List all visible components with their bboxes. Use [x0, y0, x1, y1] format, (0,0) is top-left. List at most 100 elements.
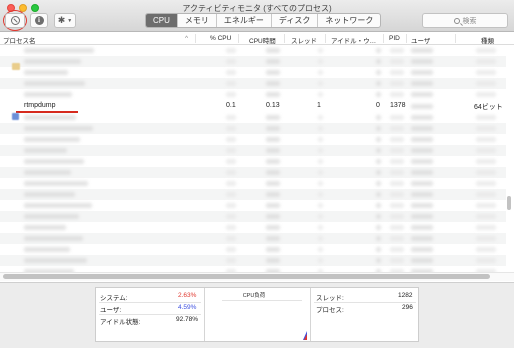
- process-table[interactable]: rtmpdump 0.1 0.13 1 0 1378 64ビット: [0, 45, 514, 273]
- blurred-cell: [411, 192, 433, 197]
- blurred-cell: [24, 247, 70, 252]
- tab-disk[interactable]: ディスク: [270, 14, 317, 27]
- vertical-scrollbar[interactable]: [507, 196, 511, 210]
- blurred-cell: [24, 203, 92, 208]
- process-icon: [12, 63, 20, 70]
- blurred-cell: [226, 81, 236, 86]
- stats-divider: [99, 314, 201, 315]
- cpu-stats-box: システム: 2.63% ユーザ: 4.59% アイドル状態: 92.78% CP…: [95, 287, 419, 342]
- blurred-cell: [318, 247, 323, 252]
- blurred-cell: [411, 126, 433, 131]
- blurred-cell: [226, 48, 236, 53]
- action-menu-button[interactable]: ✱ ▼: [54, 13, 76, 28]
- blurred-table-row: [0, 56, 506, 67]
- blurred-cell: [24, 59, 81, 64]
- blurred-cell: [411, 181, 433, 186]
- sort-chevron-icon[interactable]: ^: [185, 35, 188, 42]
- blurred-table-row: [0, 156, 506, 167]
- stat-processes-value: 296: [402, 304, 413, 311]
- blurred-cell: [24, 170, 71, 175]
- column-separator: [195, 34, 196, 43]
- tab-cpu[interactable]: CPU: [146, 14, 177, 27]
- blurred-cell: [226, 258, 236, 263]
- blurred-table-row: [0, 211, 506, 222]
- blurred-table-row: [0, 67, 506, 78]
- stat-user-value: 4.59%: [178, 304, 197, 311]
- blurred-cell: [476, 225, 496, 230]
- search-placeholder: 検索: [462, 17, 477, 25]
- blurred-cell: [376, 137, 381, 142]
- blurred-cell: [390, 192, 404, 197]
- blurred-cell: [476, 59, 496, 64]
- blurred-cell: [376, 170, 381, 175]
- blurred-cell: [24, 258, 87, 263]
- blurred-cell: [266, 203, 280, 208]
- stat-system-label: システム:: [100, 295, 128, 302]
- search-field[interactable]: 検索: [422, 13, 508, 28]
- blurred-cell: [390, 159, 404, 164]
- blurred-cell: [266, 192, 280, 197]
- blurred-cell: [390, 48, 404, 53]
- column-pid[interactable]: PID: [389, 35, 400, 42]
- blurred-cell: [390, 181, 404, 186]
- info-button[interactable]: i: [30, 13, 48, 28]
- blurred-cell: [411, 159, 433, 164]
- blurred-cell: [411, 258, 433, 263]
- column-user[interactable]: ユーザ: [411, 35, 430, 45]
- blurred-table-row: [0, 178, 506, 189]
- blurred-cell: [376, 181, 381, 186]
- blurred-cell: [411, 236, 433, 241]
- blurred-cell: [24, 192, 75, 197]
- blurred-cell: [266, 70, 280, 75]
- blurred-cell: [24, 181, 88, 186]
- cell-process-name: rtmpdump: [24, 102, 56, 109]
- blurred-table-row: [0, 78, 506, 89]
- blurred-cell: [476, 92, 496, 97]
- blurred-cell: [411, 70, 433, 75]
- stop-process-button[interactable]: [5, 13, 25, 28]
- blurred-cell: [266, 137, 280, 142]
- stat-threads-label: スレッド:: [316, 295, 344, 302]
- blurred-cell: [411, 59, 433, 64]
- blurred-cell: [411, 92, 433, 97]
- blurred-cell: [376, 48, 381, 53]
- blurred-cell: [376, 70, 381, 75]
- blurred-cell: [376, 92, 381, 97]
- blurred-cell: [476, 247, 496, 252]
- blurred-cell: [226, 59, 236, 64]
- blurred-cell: [476, 81, 496, 86]
- blurred-cell: [376, 258, 381, 263]
- tab-memory[interactable]: メモリ: [176, 14, 216, 27]
- cell-kind: 64ビット: [474, 104, 503, 111]
- blurred-cell: [476, 236, 496, 241]
- blurred-cell: [266, 126, 280, 131]
- stat-idle-value: 92.78%: [176, 316, 199, 323]
- blurred-cell: [476, 48, 496, 53]
- tab-network[interactable]: ネットワーク: [317, 14, 380, 27]
- horizontal-scrollbar[interactable]: [3, 274, 490, 279]
- tab-energy[interactable]: エネルギー: [215, 14, 271, 27]
- column-idle-wake[interactable]: アイドル・ウ…: [331, 35, 376, 45]
- blurred-cell: [24, 159, 84, 164]
- blurred-cell: [390, 247, 404, 252]
- cell-idle-wake: 0: [376, 102, 380, 109]
- column-separator: [284, 34, 285, 43]
- column-process-name[interactable]: プロセス名: [3, 35, 36, 45]
- blurred-cell: [318, 126, 323, 131]
- column-cpu-time[interactable]: CPU時間: [249, 35, 276, 45]
- column-threads[interactable]: スレッド: [291, 35, 317, 45]
- blurred-cell: [476, 126, 496, 131]
- blurred-cell: [390, 225, 404, 230]
- blurred-cell: [24, 70, 68, 75]
- column-kind[interactable]: 種類: [481, 35, 494, 45]
- blurred-cell: [390, 258, 404, 263]
- column-cpu-percent[interactable]: % CPU: [210, 35, 231, 42]
- blurred-cell: [226, 115, 236, 120]
- blurred-cell: [411, 247, 433, 252]
- process-icon: [12, 113, 19, 120]
- blurred-cell: [266, 214, 280, 219]
- stop-process-icon: [10, 16, 20, 25]
- blurred-cell: [318, 192, 323, 197]
- cell-pid: 1378: [390, 102, 406, 109]
- selected-row-underline: [16, 111, 78, 113]
